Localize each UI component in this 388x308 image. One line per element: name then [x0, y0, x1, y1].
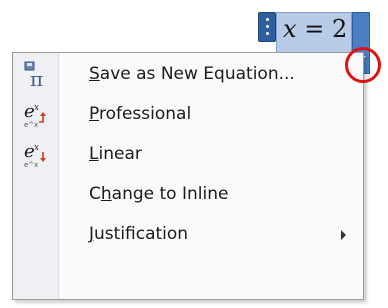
menu-item-label: Linear — [89, 144, 142, 164]
equation-equals: = — [304, 15, 325, 43]
equation-options-menu: π Save as New Equation... e x e^x Profes… — [12, 52, 364, 300]
highlight-circle-annotation — [345, 47, 381, 83]
linear-format-icon: e x e^x — [23, 140, 49, 170]
chevron-right-icon — [341, 230, 346, 240]
handle-dot — [266, 32, 269, 35]
menu-item-justification[interactable]: Justification — [14, 215, 362, 255]
svg-text:x: x — [34, 143, 39, 153]
menu-item-linear[interactable]: e x e^x Linear — [14, 135, 362, 175]
menu-item-professional[interactable]: e x e^x Professional — [14, 95, 362, 135]
svg-text:π: π — [30, 67, 43, 90]
pi-equation-icon: π — [23, 60, 49, 91]
menu-item-change-to-inline[interactable]: Change to Inline — [14, 175, 362, 215]
screenshot-stage: x = 2 π Save as New Equation... e x e^x … — [0, 0, 388, 308]
menu-item-label: Save as New Equation... — [89, 64, 295, 84]
equation-text: x = 2 — [283, 15, 347, 43]
equation-value: 2 — [331, 15, 348, 43]
menu-item-save-as-new-equation[interactable]: π Save as New Equation... — [14, 55, 362, 95]
equation-move-handle[interactable] — [258, 12, 276, 42]
equation-variable: x — [283, 15, 297, 43]
menu-item-label: Justification — [89, 224, 189, 244]
svg-text:e^x: e^x — [24, 121, 38, 129]
menu-item-label: Professional — [89, 104, 192, 124]
menu-item-label: Change to Inline — [89, 184, 229, 204]
professional-format-icon: e x e^x — [23, 100, 49, 130]
svg-text:e^x: e^x — [24, 161, 38, 169]
handle-dot — [266, 25, 269, 28]
handle-dot — [266, 18, 269, 21]
svg-text:x: x — [34, 103, 39, 113]
